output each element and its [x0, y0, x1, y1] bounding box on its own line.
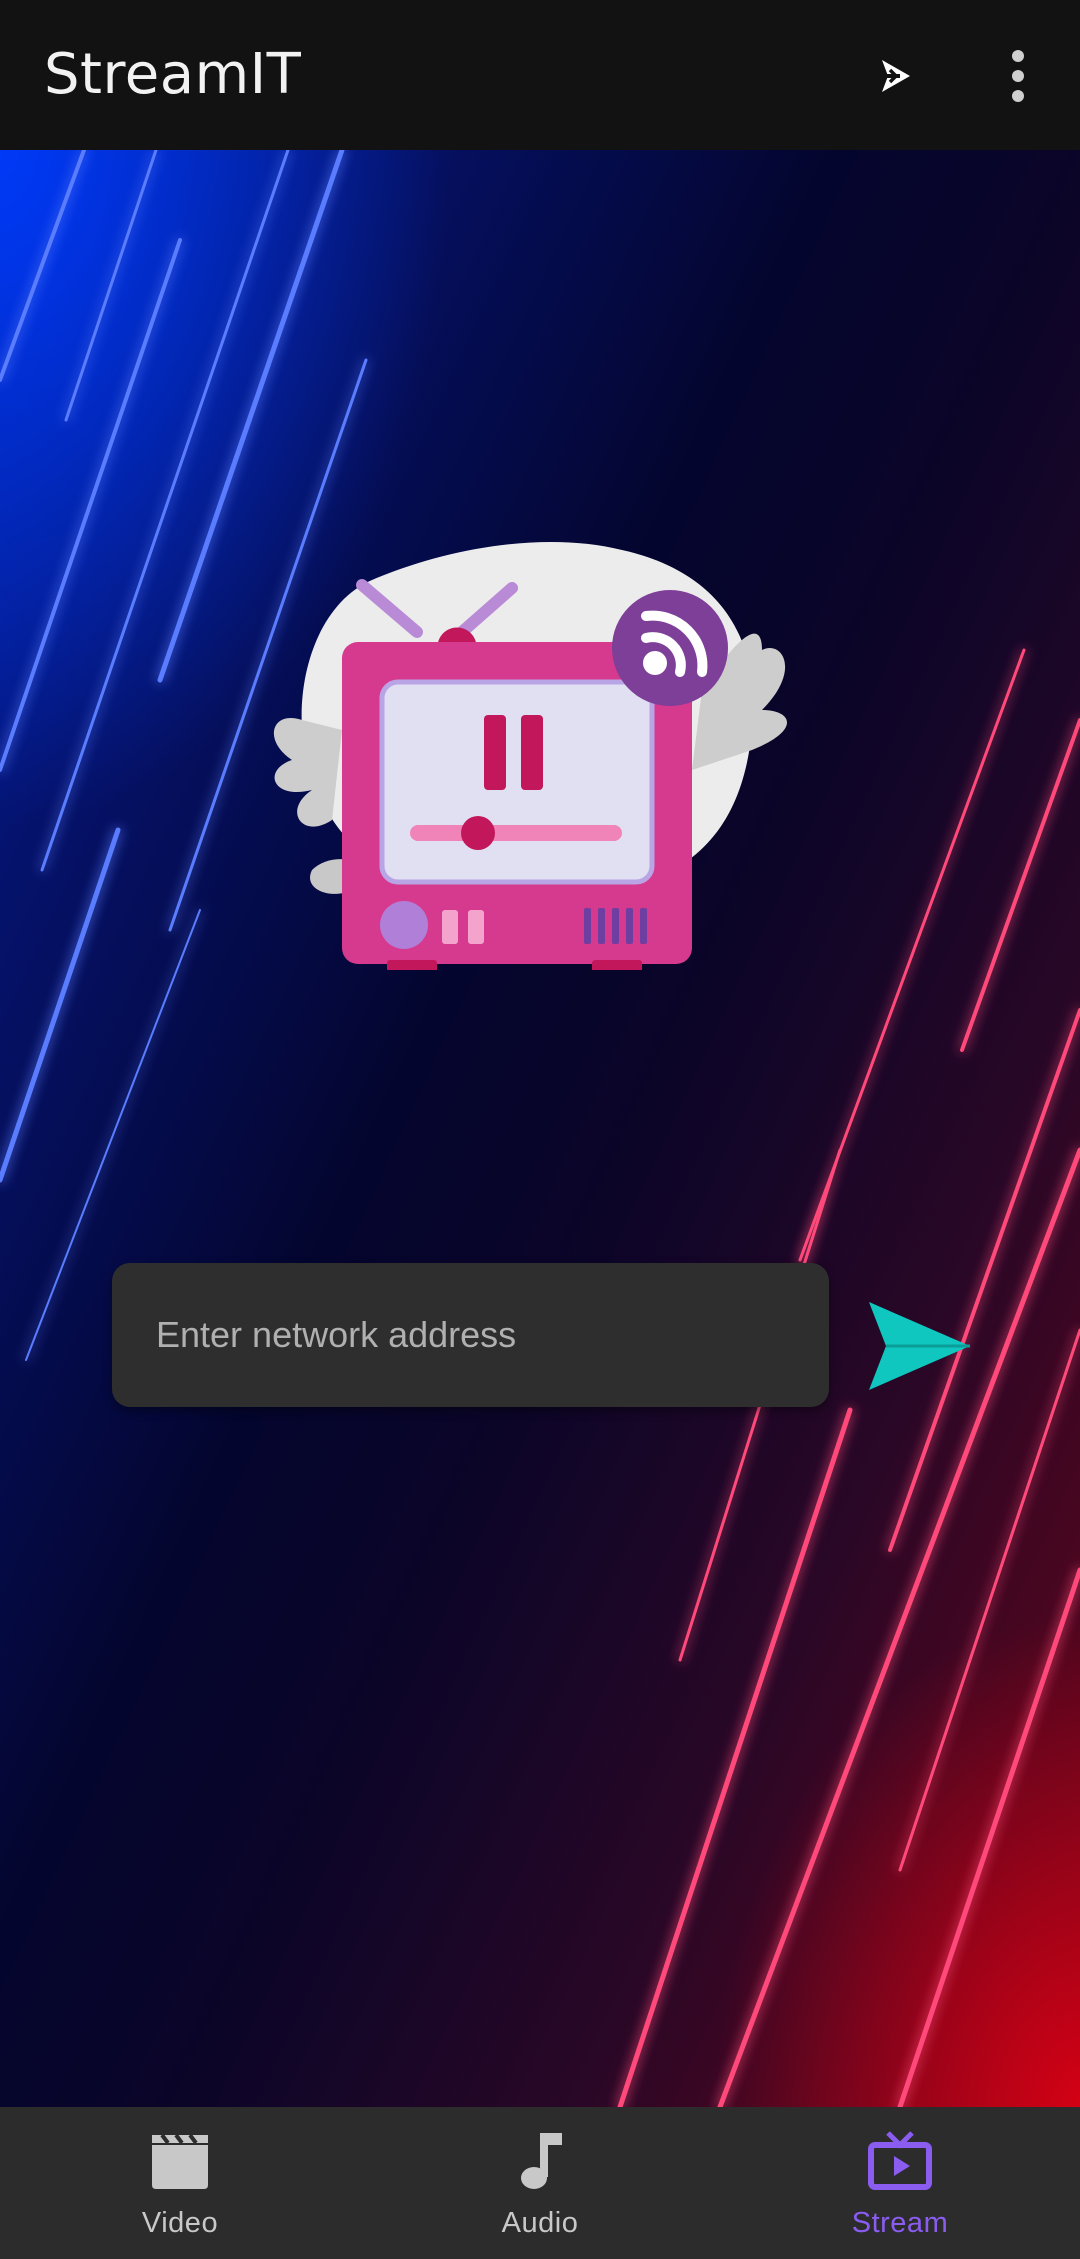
cast-button[interactable]	[866, 46, 926, 106]
network-address-field[interactable]	[112, 1263, 829, 1407]
nav-label-audio: Audio	[501, 2207, 579, 2239]
more-vert-icon	[1012, 50, 1024, 102]
clapperboard-icon	[152, 2133, 208, 2189]
network-address-input[interactable]	[112, 1263, 829, 1407]
nav-label-stream: Stream	[851, 2207, 949, 2239]
overflow-menu-button[interactable]	[990, 44, 1046, 108]
nav-item-stream[interactable]: Stream	[720, 2107, 1080, 2259]
send-icon	[869, 1302, 970, 1390]
app-title: StreamIT	[44, 42, 302, 107]
music-note-icon	[521, 2133, 562, 2189]
send-button[interactable]	[866, 1298, 976, 1394]
nav-label-video: Video	[141, 2207, 219, 2239]
stream-screen	[0, 150, 1080, 2107]
bottom-navigation: Video Audio Stream	[0, 2107, 1080, 2259]
retro-tv-streaming-illustration	[273, 541, 787, 970]
nav-item-audio[interactable]: Audio	[360, 2107, 720, 2259]
nav-item-video[interactable]: Video	[0, 2107, 360, 2259]
neon-lines-background	[0, 150, 1080, 2107]
cast-play-icon	[882, 60, 910, 92]
app-bar: StreamIT	[0, 0, 1080, 150]
tv-play-icon	[868, 2131, 932, 2190]
